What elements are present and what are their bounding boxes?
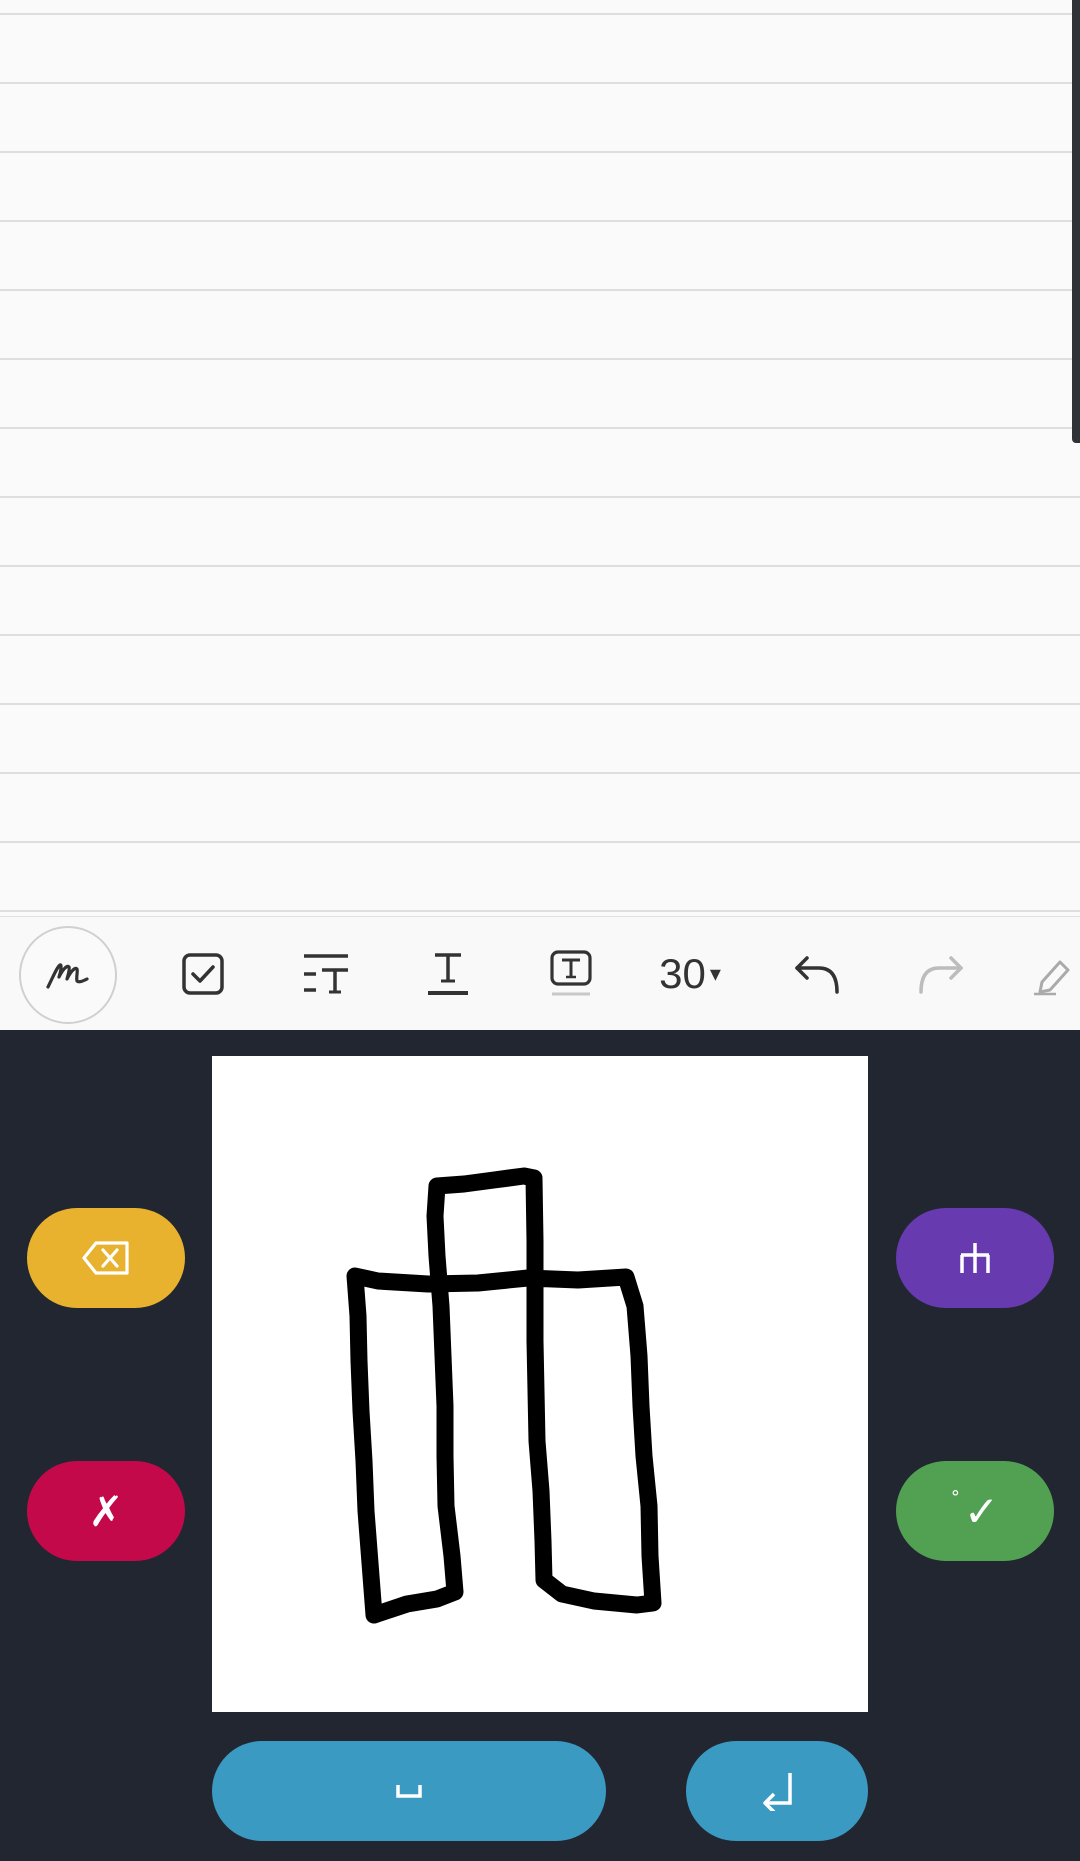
text-underline-icon [428,953,468,995]
backspace-button[interactable] [27,1208,185,1308]
checkbox-button[interactable] [170,917,236,1031]
convert-glyph-icon [960,1243,990,1273]
cancel-button[interactable]: ✗ [27,1461,185,1561]
handwriting-panel: ✗ ° ✓ [0,1030,1080,1861]
space-button[interactable] [212,1741,606,1841]
degree-icon: ° [950,1486,960,1508]
scrollbar-thumb[interactable] [1072,0,1080,443]
text-box-icon [550,950,592,996]
convert-button[interactable] [896,1208,1054,1308]
redo-icon [919,956,963,994]
font-size-value: 30 [659,950,706,997]
handwritten-stroke [346,1167,662,1624]
enter-icon [763,1773,792,1811]
note-canvas[interactable] [0,0,1080,913]
formatting-toolbar: 30 ▾ [0,916,1080,1031]
checkbox-icon [182,953,224,995]
undo-icon [795,956,839,994]
text-align-icon [304,954,348,994]
text-align-button[interactable] [290,917,362,1031]
eraser-pen-button[interactable] [1030,917,1080,1031]
undo-button[interactable] [784,917,850,1031]
handwriting-pen-button[interactable] [19,926,117,1024]
eraser-pen-icon [1034,960,1070,996]
font-size-dropdown[interactable]: 30 ▾ [645,917,735,1031]
cancel-x-icon: ✗ [88,1486,124,1536]
checkmark-icon: ✓ [963,1486,1000,1536]
text-underline-button[interactable] [415,917,481,1031]
space-icon [396,1785,422,1798]
accept-button[interactable]: ° ✓ [896,1461,1054,1561]
handwriting-pen-icon [46,963,89,989]
text-box-button[interactable] [538,917,604,1031]
chevron-down-icon: ▾ [709,961,721,986]
enter-button[interactable] [686,1741,868,1841]
redo-button[interactable] [908,917,974,1031]
backspace-icon [82,1241,129,1275]
handwriting-canvas[interactable] [212,1056,868,1712]
